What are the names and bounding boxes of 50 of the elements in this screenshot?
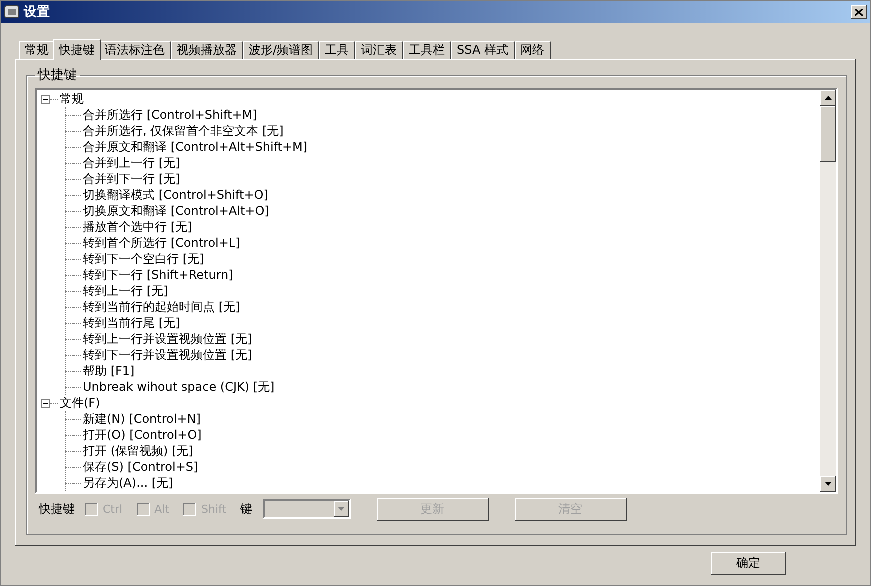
tree-item[interactable]: 合并原文和翻译 [Control+Alt+Shift+M] [81,138,310,156]
tree-item[interactable]: 转到首个所选行 [Control+L] [81,234,242,252]
tree-item[interactable]: 转到上一行 [无] [81,282,170,300]
tab[interactable]: 工具栏 [403,41,452,59]
key-label: 键 [240,500,252,518]
down-arrow-icon[interactable] [824,482,832,486]
tab[interactable]: 波形/频谱图 [243,41,320,59]
tab[interactable]: 网络 [514,41,551,59]
app-icon [4,4,20,20]
tree-item[interactable]: 转到下一行并设置视频位置 [无] [81,346,254,364]
tree-item[interactable]: 常规 [58,90,86,108]
tree-item[interactable]: 合并到上一行 [无] [81,154,182,172]
shortcut-label: 快捷键 [39,500,75,518]
tree-item[interactable]: 切换翻译模式 [Control+Shift+O] [81,186,270,204]
tree-item[interactable]: 合并到下一行 [无] [81,170,182,188]
tab[interactable]: 常规 [19,41,55,59]
tree-item[interactable]: 播放首个选中行 [无] [81,218,194,236]
scrollbar[interactable] [820,90,836,492]
up-arrow-icon[interactable] [824,96,832,100]
tree-item[interactable]: 保存(S) [Control+S] [81,458,200,476]
tab[interactable]: 工具 [319,41,356,59]
tree-item[interactable]: 合并所选行 [Control+Shift+M] [81,106,260,124]
tree-item[interactable]: 转到上一行并设置视频位置 [无] [81,330,254,348]
tree-item[interactable]: 转到当前行的起始时间点 [无] [81,298,242,316]
tree-item[interactable]: 转到当前行尾 [无] [81,314,182,332]
tree-item[interactable]: 新建(N) [Control+N] [81,410,203,428]
group-title: 快捷键 [36,67,78,84]
tree-item[interactable]: 转到下一个空白行 [无] [81,250,206,268]
tree-item[interactable]: 合并所选行, 仅保留首个非空文本 [无] [81,122,286,140]
tree-item[interactable]: 另存为(A)... [无] [81,474,176,492]
close-icon [855,8,863,16]
collapse-icon[interactable] [41,94,50,104]
close-button[interactable] [851,5,867,19]
tree-item[interactable]: 文件(F) [58,394,102,412]
window-title: 设置 [24,4,51,21]
tab[interactable]: 语法标注色 [99,41,171,59]
tab[interactable]: 词汇表 [355,41,404,59]
tree-item[interactable]: 帮助 [F1] [81,362,137,380]
tab[interactable]: 快捷键 [53,39,101,60]
tab[interactable]: SSA 样式 [451,41,515,59]
collapse-icon[interactable] [41,398,50,408]
ok-button[interactable]: 确定 [711,552,786,575]
caret-icon [338,507,344,511]
tree-item[interactable]: 转到下一行 [Shift+Return] [81,266,236,284]
tree-item[interactable]: 打开(O) [Control+O] [81,426,204,444]
scrollbar-thumb[interactable] [820,106,836,162]
tab[interactable]: 视频播放器 [171,41,243,59]
tree-item[interactable]: 切换原文和翻译 [Control+Alt+O] [81,202,272,220]
tree-item[interactable]: Unbreak wihout space (CJK) [无] [81,378,277,396]
tree-item[interactable]: 打开 (保留视频) [无] [81,442,196,460]
